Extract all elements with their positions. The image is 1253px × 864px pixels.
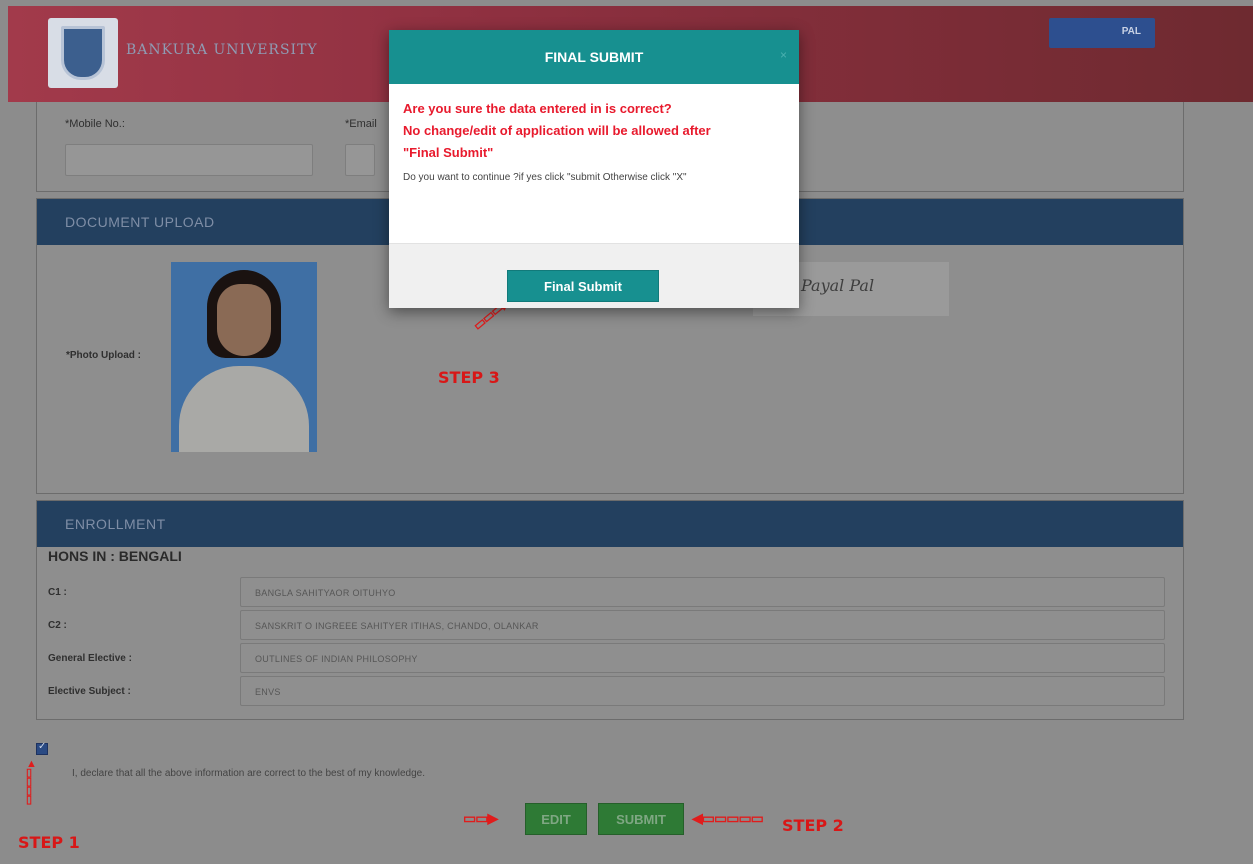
enrollment-header: ENROLLMENT — [37, 501, 1183, 547]
user-menu-label: PAL — [1121, 26, 1141, 37]
step1-label: STEP 1 — [18, 833, 80, 852]
submit-button[interactable]: SUBMIT — [598, 803, 684, 835]
email-label: *Email — [345, 118, 377, 130]
declaration-text: I, declare that all the above informatio… — [72, 768, 425, 779]
general-elective-value: OUTLINES OF INDIAN PHILOSOPHY — [240, 643, 1165, 673]
elective-subject-value: ENVS — [240, 676, 1165, 706]
hons-title: HONS IN : BENGALI — [48, 548, 182, 564]
warning-line-1: Are you sure the data entered in is corr… — [403, 101, 672, 116]
modal-title: FINAL SUBMIT — [544, 49, 644, 65]
close-icon[interactable]: × — [780, 48, 787, 62]
modal-body: Are you sure the data entered in is corr… — [389, 84, 799, 184]
c2-label: C2 : — [48, 620, 67, 631]
general-elective-label: General Elective : — [48, 653, 132, 664]
brand-name: BANKURA UNIVERSITY — [126, 42, 318, 58]
edit-button[interactable]: EDIT — [525, 803, 587, 835]
elective-subject-label: Elective Subject : — [48, 686, 131, 697]
edit-arrow-icon: ▭▭▶ — [463, 810, 498, 826]
signature-text: Payal Pal — [801, 276, 875, 295]
university-logo — [48, 18, 118, 88]
step2-label: STEP 2 — [782, 816, 844, 835]
warning-line-2: No change/edit of application will be al… — [403, 123, 711, 138]
user-menu-button[interactable]: PAL — [1049, 18, 1155, 48]
declaration-checkbox[interactable] — [36, 741, 48, 755]
step3-label: STEP 3 — [438, 368, 500, 387]
warning-line-3: "Final Submit" — [403, 145, 494, 160]
c2-value: SANSKRIT O INGREEE SAHITYER ITIHAS, CHAN… — [240, 610, 1165, 640]
step1-arrow-icon: ▲ ▯ ▯ ▯ ▯ — [26, 758, 37, 806]
mobile-label: *Mobile No.: — [65, 118, 125, 130]
c1-value: BANGLA SAHITYAOR OITUHYO — [240, 577, 1165, 607]
photo-upload-label: *Photo Upload : — [66, 350, 141, 361]
submit-arrow-icon: ◀▭▭▭▭▭ — [692, 810, 764, 826]
mobile-field[interactable] — [65, 144, 313, 176]
photo-preview — [171, 262, 317, 452]
modal-footer: Final Submit — [389, 243, 799, 308]
final-submit-modal: FINAL SUBMIT × Are you sure the data ent… — [389, 30, 799, 308]
modal-header: FINAL SUBMIT × — [389, 30, 799, 84]
confirm-message: Do you want to continue ?if yes click "s… — [403, 172, 687, 183]
email-field[interactable] — [345, 144, 375, 176]
final-submit-button[interactable]: Final Submit — [507, 270, 659, 302]
c1-label: C1 : — [48, 587, 67, 598]
